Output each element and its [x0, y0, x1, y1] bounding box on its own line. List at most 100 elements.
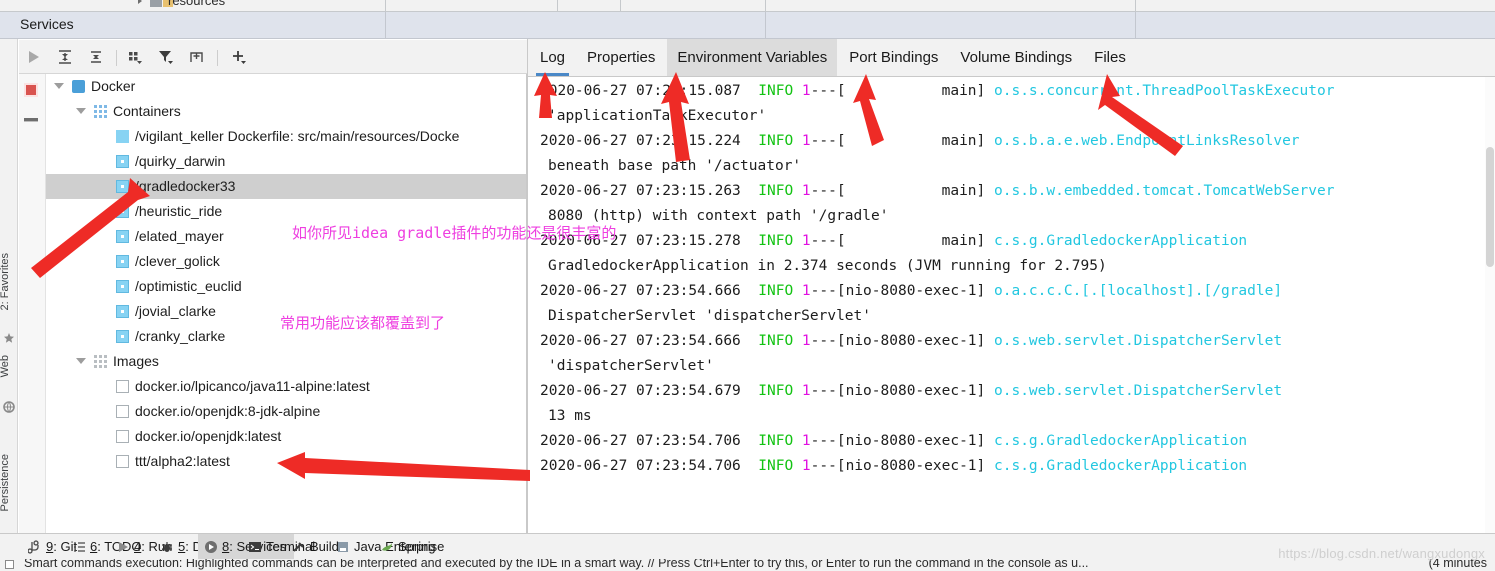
log-gap: [741, 83, 758, 99]
log-pid: 1: [801, 383, 811, 399]
log-thread: [ main]: [836, 233, 986, 249]
run-play-icon: [119, 542, 128, 552]
log-scrollbar-thumb[interactable]: [1486, 147, 1494, 267]
tree-row[interactable]: ttt/alpha2:latest: [46, 449, 526, 474]
tab-environment-variables[interactable]: Environment Variables: [667, 39, 838, 76]
log-gap: [793, 283, 802, 299]
tree-row[interactable]: Docker: [46, 74, 526, 99]
todo-list-icon: [74, 542, 85, 552]
log-pid: 1: [801, 83, 811, 99]
log-line: 2020-06-27 07:23:54.706 INFO 1---[nio-80…: [540, 458, 1247, 474]
log-level: INFO: [758, 183, 794, 199]
containers-grid-icon: [94, 105, 107, 118]
log-timestamp: 2020-06-27 07:23:54.706: [540, 458, 741, 474]
tree-row[interactable]: docker.io/lpicanco/java11-alpine:latest: [46, 374, 526, 399]
tool-strip-web[interactable]: Web: [0, 355, 11, 377]
tab-log[interactable]: Log: [530, 39, 575, 76]
status-text: Smart commands execution: Highlighted co…: [24, 559, 1089, 570]
tree-row[interactable]: Images: [46, 349, 526, 374]
docker-icon: [72, 80, 85, 93]
tab-port-bindings[interactable]: Port Bindings: [839, 39, 948, 76]
tree-row-label: /optimistic_euclid: [135, 278, 242, 294]
tool-strip-favorites[interactable]: 2: Favorites: [0, 253, 11, 310]
container-running-icon: [116, 155, 129, 168]
tree-row[interactable]: /clever_golick: [46, 249, 526, 274]
add-tab-icon[interactable]: [187, 48, 207, 66]
header-divider: [765, 12, 766, 39]
add-service-icon[interactable]: [229, 48, 249, 66]
stop-button[interactable]: [24, 83, 38, 97]
detail-tab-bar[interactable]: Log Properties Environment Variables Port B…: [528, 39, 1495, 77]
tree-row-label: docker.io/lpicanco/java11-alpine:latest: [135, 378, 370, 394]
log-pid: 1: [801, 333, 811, 349]
tree-row[interactable]: /vigilant_keller Dockerfile: src/main/re…: [46, 124, 526, 149]
container-running-icon: [116, 280, 129, 293]
log-gap: [741, 183, 758, 199]
tool-window-spring[interactable]: Spring: [374, 534, 444, 560]
tree-row[interactable]: /quirky_darwin: [46, 149, 526, 174]
log-message: GradledockerApplication in 2.374 seconds…: [548, 258, 1107, 274]
tree-row[interactable]: docker.io/openjdk:8-jdk-alpine: [46, 399, 526, 424]
services-tree[interactable]: Docker Containers/vigilant_keller Dockerf…: [46, 74, 527, 533]
chevron-down-icon[interactable]: [54, 83, 64, 89]
tool-strip-persistence[interactable]: Persistence: [0, 454, 11, 511]
tree-row[interactable]: Containers: [46, 99, 526, 124]
log-timestamp: 2020-06-27 07:23:15.087: [540, 83, 741, 99]
tool-window-label: Spring: [398, 539, 436, 554]
log-scrollbar-track[interactable]: [1485, 77, 1495, 533]
tool-window-bar[interactable]: 9: Git6: TODO4: Run5: Debug8: ServicesTe…: [0, 533, 1495, 560]
image-icon: [116, 455, 129, 468]
build-hammer-icon: [293, 542, 304, 552]
annotation-text: 常用功能应该都覆盖到了: [280, 314, 446, 332]
services-icon: [205, 541, 217, 553]
log-gap: [741, 233, 758, 249]
log-level: INFO: [758, 458, 794, 474]
services-window-header: Services: [0, 12, 1495, 39]
log-logger: o.s.s.concurrent.ThreadPoolTaskExecutor: [994, 83, 1335, 99]
tree-twisty-icon[interactable]: [138, 0, 142, 4]
top-tree-node-label[interactable]: resources: [168, 0, 225, 8]
chevron-down-icon[interactable]: [76, 108, 86, 114]
log-separator: ---: [810, 433, 837, 449]
hide-button[interactable]: [24, 118, 38, 122]
log-thread: [ main]: [836, 133, 986, 149]
log-timestamp: 2020-06-27 07:23:15.224: [540, 133, 741, 149]
log-gap: [985, 133, 994, 149]
tree-row-label: docker.io/openjdk:latest: [135, 428, 282, 444]
log-level: INFO: [758, 433, 794, 449]
tree-row[interactable]: /gradledocker33: [46, 174, 526, 199]
log-separator: ---: [810, 83, 837, 99]
tree-row-label: /cranky_clarke: [135, 328, 226, 344]
log-level: INFO: [758, 83, 794, 99]
collapse-all-icon[interactable]: [86, 48, 106, 66]
log-thread: [ main]: [836, 183, 986, 199]
tree-row[interactable]: /heuristic_ride: [46, 199, 526, 224]
log-timestamp: 2020-06-27 07:23:54.666: [540, 283, 741, 299]
tree-row[interactable]: docker.io/openjdk:latest: [46, 424, 526, 449]
container-running-icon: [116, 205, 129, 218]
tree-row[interactable]: /optimistic_euclid: [46, 274, 526, 299]
terminal-icon: [249, 542, 261, 552]
log-line: 2020-06-27 07:23:54.666 INFO 1---[nio-80…: [540, 333, 1282, 349]
status-checkbox[interactable]: [5, 560, 14, 569]
tab-files[interactable]: Files: [1084, 39, 1136, 76]
log-gap: [793, 333, 802, 349]
group-by-icon[interactable]: [125, 48, 145, 66]
container-log-view[interactable]: 2020-06-27 07:23:15.087 INFO 1---[ main]…: [540, 77, 1495, 533]
tab-volume-bindings[interactable]: Volume Bindings: [950, 39, 1082, 76]
log-gap: [793, 233, 802, 249]
expand-all-icon[interactable]: [55, 48, 75, 66]
services-toolbar: [19, 40, 527, 74]
container-running-icon: [116, 230, 129, 243]
log-message: DispatcherServlet 'dispatcherServlet': [548, 308, 872, 324]
log-gap: [741, 433, 758, 449]
header-divider: [1135, 12, 1136, 39]
rerun-icon[interactable]: [24, 48, 44, 66]
chevron-down-icon[interactable]: [76, 358, 86, 364]
container-running-icon: [116, 255, 129, 268]
tree-row-label: /quirky_darwin: [135, 153, 226, 169]
filter-icon[interactable]: [156, 48, 176, 66]
tab-properties[interactable]: Properties: [577, 39, 665, 76]
log-message: 13 ms: [548, 408, 592, 424]
java-enterprise-icon: [338, 542, 348, 552]
